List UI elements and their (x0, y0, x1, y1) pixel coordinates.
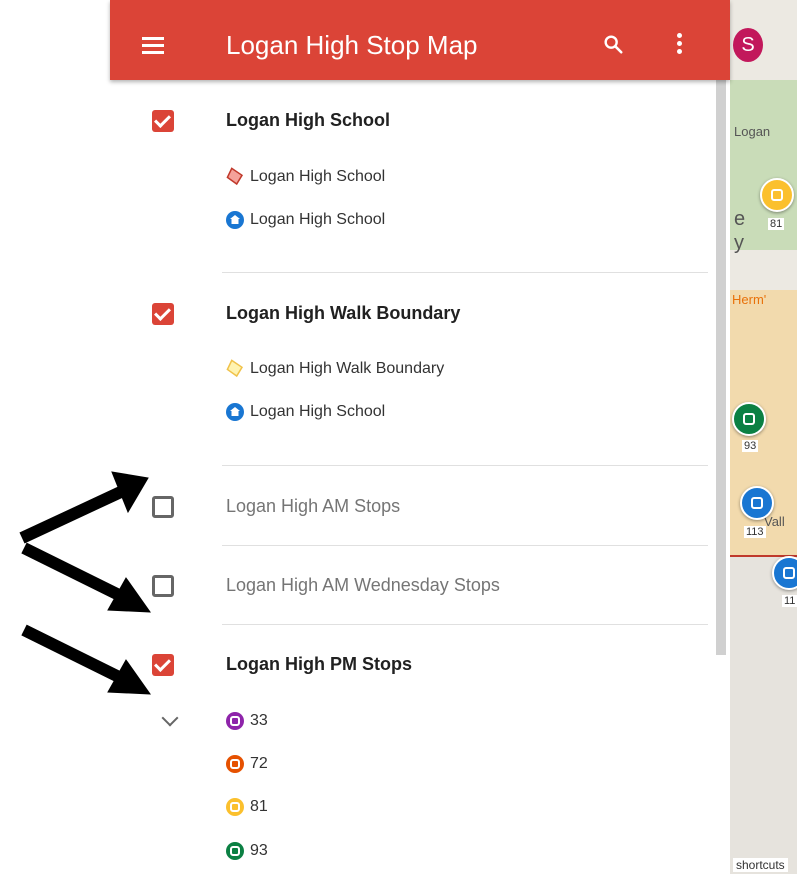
legend-item-label: Logan High Walk Boundary (250, 360, 445, 377)
map-label: Logan (734, 124, 771, 139)
legend-item[interactable]: 93 (226, 842, 268, 860)
bus-icon (751, 497, 763, 509)
polygon-icon (223, 165, 246, 188)
bus-icon (771, 189, 783, 201)
layer-title[interactable]: Logan High AM Stops (226, 496, 400, 517)
legend-item[interactable]: 33 (226, 712, 268, 730)
map-route-number: 11 (782, 595, 797, 607)
annotation-arrows (19, 471, 151, 695)
map-label: e (734, 208, 746, 230)
layer-title[interactable]: Logan High School (226, 110, 390, 131)
divider (222, 624, 708, 625)
bus-icon (226, 712, 244, 730)
legend-item[interactable]: 81 (226, 798, 268, 816)
map-route-number: 93 (742, 440, 759, 452)
bus-icon (226, 798, 244, 816)
divider (222, 465, 708, 466)
legend-item[interactable]: Logan High School (223, 165, 386, 188)
legend-item-label: 93 (250, 842, 268, 859)
layer-checkbox-logan-high-school[interactable] (152, 110, 174, 132)
map-bus-stop-113-pin[interactable] (740, 486, 774, 520)
map-route-number: 113 (744, 526, 766, 538)
map-bus-stop-93-pin[interactable] (732, 402, 766, 436)
app-header: Logan High Stop Map (110, 0, 730, 80)
bus-icon (226, 842, 244, 860)
bus-icon (743, 413, 755, 425)
legend-item[interactable]: Logan High Walk Boundary (223, 357, 445, 380)
legend-item[interactable]: 72 (226, 755, 268, 773)
school-pin-icon (226, 403, 244, 421)
divider (222, 272, 708, 273)
page-title: Logan High Stop Map (226, 30, 478, 60)
polygon-icon (223, 357, 246, 380)
bus-icon (783, 567, 795, 579)
layer-title[interactable]: Logan High PM Stops (226, 654, 412, 675)
legend-item-label: 72 (250, 755, 268, 772)
avatar[interactable]: S (733, 28, 763, 62)
map-route-number: 81 (768, 218, 785, 230)
bus-icon (226, 755, 244, 773)
keyboard-shortcuts-link[interactable]: shortcuts (733, 858, 788, 872)
menu-icon[interactable] (142, 37, 164, 58)
legend-item[interactable]: Logan High School (226, 211, 385, 229)
legend-item-label: Logan High School (250, 168, 386, 185)
search-icon[interactable] (602, 33, 624, 55)
school-pin-icon (226, 211, 244, 229)
layer-checkbox-walk-boundary[interactable] (152, 303, 174, 325)
legend-item-label: Logan High School (250, 403, 386, 420)
divider (222, 545, 708, 546)
scrollbar[interactable] (716, 80, 726, 655)
map-label: Herm' (732, 292, 767, 307)
legend-item-label: 81 (250, 798, 268, 815)
more-vert-icon[interactable] (677, 33, 683, 55)
layer-title[interactable]: Logan High Walk Boundary (226, 303, 460, 324)
legend-item[interactable]: Logan High School (226, 403, 385, 421)
legend-item-label: 33 (250, 712, 268, 729)
map-bus-stop-81-pin[interactable] (760, 178, 794, 212)
legend-item-label: Logan High School (250, 211, 386, 228)
layer-title[interactable]: Logan High AM Wednesday Stops (226, 575, 500, 596)
legend-panel (110, 80, 730, 874)
map-label: y (734, 232, 744, 254)
map-canvas[interactable]: Logan e y 81 Herm' 93 113 Vall 11 (730, 0, 797, 874)
